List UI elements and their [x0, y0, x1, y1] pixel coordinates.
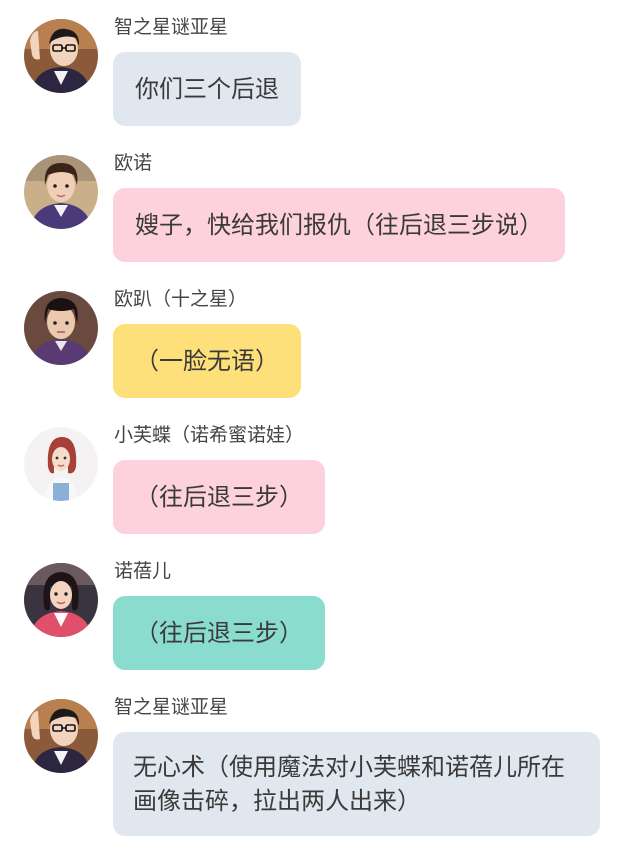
- message-text: （往后退三步）: [135, 619, 303, 647]
- avatar-girl-pink-icon[interactable]: [24, 563, 98, 637]
- message-bubble[interactable]: 无心术（使用魔法对小芙蝶和诺蓓儿所在画像击碎，拉出两人出来）: [113, 732, 600, 836]
- avatar-girl-redhair-icon[interactable]: [24, 427, 98, 501]
- message-bubble[interactable]: 你们三个后退: [113, 52, 301, 126]
- message-text: （往后退三步）: [135, 483, 303, 511]
- sender-name: 欧诺: [114, 152, 153, 174]
- sender-name: 智之星谜亚星: [114, 16, 229, 38]
- message-item: 智之星谜亚星 无心术（使用魔法对小芙蝶和诺蓓儿所在画像击碎，拉出两人出来）: [0, 695, 640, 845]
- message-text: （一脸无语）: [135, 347, 279, 375]
- message-bubble[interactable]: （往后退三步）: [113, 460, 325, 534]
- message-item: 欧诺 嫂子，快给我们报仇（往后退三步说）: [0, 151, 640, 266]
- avatar-boy-dark-icon[interactable]: [24, 291, 98, 365]
- message-text: 无心术（使用魔法对小芙蝶和诺蓓儿所在画像击碎，拉出两人出来）: [133, 753, 565, 815]
- message-item: 小芙蝶（诺希蜜诺娃） （往后退三步）: [0, 423, 640, 538]
- message-bubble[interactable]: （往后退三步）: [113, 596, 325, 670]
- sender-name: 欧趴（十之星）: [114, 288, 248, 310]
- sender-name: 智之星谜亚星: [114, 696, 229, 718]
- message-item: 智之星谜亚星 你们三个后退: [0, 15, 640, 130]
- message-bubble[interactable]: （一脸无语）: [113, 324, 301, 398]
- message-text: 你们三个后退: [135, 75, 279, 103]
- message-text: 嫂子，快给我们报仇（往后退三步说）: [135, 211, 543, 239]
- sender-name: 诺蓓儿: [114, 560, 172, 582]
- avatar-boy-purple-icon[interactable]: [24, 155, 98, 229]
- message-item: 欧趴（十之星） （一脸无语）: [0, 287, 640, 402]
- message-item: 诺蓓儿 （往后退三步）: [0, 559, 640, 674]
- chat-thread: 智之星谜亚星 你们三个后退 欧诺 嫂子，快给我们报仇（往后退三步说） 欧趴（十之…: [0, 0, 640, 851]
- sender-name: 小芙蝶（诺希蜜诺娃）: [114, 424, 305, 446]
- avatar-man-glasses-icon[interactable]: [24, 699, 98, 773]
- message-bubble[interactable]: 嫂子，快给我们报仇（往后退三步说）: [113, 188, 565, 262]
- avatar-man-glasses-icon[interactable]: [24, 19, 98, 93]
